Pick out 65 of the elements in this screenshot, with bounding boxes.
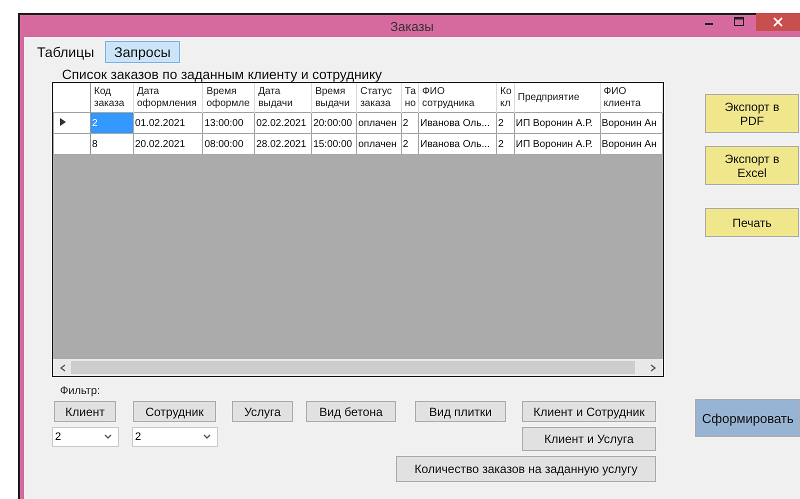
table-cell: оплачен [356,134,402,154]
table-cell: оплачен [356,112,402,134]
table-cell: 2 [401,112,419,134]
table-cell: 08:00:00 [202,134,255,154]
table-cell: ИП Воронин А.Р. [514,112,600,134]
filter-button[interactable]: Вид плитки [415,401,506,422]
column-header[interactable]: ФИО сотрудника [418,83,497,112]
row-header[interactable] [54,112,90,134]
chevron-icon [203,434,211,440]
horizontal-scrollbar[interactable] [53,359,663,376]
chevron-icon [104,434,112,440]
dropdown-value: 2 [55,431,62,443]
close-icon [773,17,783,27]
table-cell: 20:00:00 [312,112,357,134]
column-header[interactable]: Та но [401,83,419,112]
column-header[interactable]: Статус заказа [356,83,402,112]
column-header[interactable]: Ко кл [496,83,514,112]
column-header[interactable]: Предприятие [514,83,600,112]
column-header[interactable]: Дата выдачи [254,83,312,112]
table-cell: 13:00:00 [202,112,255,134]
export-button[interactable]: Экспорт в PDF [705,94,799,133]
scroll-right-icon[interactable] [649,364,657,372]
table-cell: Иванова Оль... [418,134,497,154]
table-cell: 2 [496,112,514,134]
table-cell: ИП Воронин А.Р. [514,134,600,154]
filter-button[interactable]: Количество заказов на заданную услугу [396,456,656,482]
dropdown[interactable]: 2 [132,427,218,447]
column-header[interactable]: Дата оформления [133,83,203,112]
table-cell: 20.02.2021 [133,134,203,154]
column-header[interactable]: Код заказа [90,83,134,112]
column-header[interactable]: Время оформле [202,83,255,112]
close-button[interactable] [756,13,800,31]
menu-item[interactable]: Таблицы [28,41,104,63]
export-button[interactable]: Печать [705,208,799,237]
table-cell: 02.02.2021 [254,112,312,134]
table-cell: 28.02.2021 [254,134,312,154]
dropdown[interactable]: 2 [52,427,119,447]
maximize-icon [734,17,744,27]
scrollbar-thumb[interactable] [71,361,635,374]
filter-button[interactable]: Вид бетона [306,401,396,422]
current-row-icon [60,118,66,126]
filter-label: Фильтр: [60,385,102,397]
table-cell: Воронин Ан [600,112,662,134]
filter-button[interactable]: Клиент [54,401,116,422]
dropdown-value: 2 [135,431,142,443]
table-cell: 8 [90,134,134,154]
scroll-left-icon[interactable] [59,364,67,372]
column-header[interactable]: Время выдачи [312,83,357,112]
table-cell: 15:00:00 [312,134,357,154]
table-cell: 2 [401,134,419,154]
grid-caption: Список заказов по заданным клиенту и сотруднику [61,67,383,82]
filter-button[interactable]: Услуга [232,401,293,422]
table-cell: 01.02.2021 [133,112,203,134]
table-cell: Иванова Оль... [418,112,497,134]
table-cell: 2 [496,134,514,154]
table-cell: Воронин Ан [600,134,662,154]
window-title: Заказы [390,18,434,34]
filter-button[interactable]: Сотрудник [133,401,216,422]
filter-button[interactable]: Клиент и Услуга [522,427,656,451]
column-header[interactable]: ФИО клиента [600,83,662,112]
submit-button[interactable]: Сформировать [695,399,800,437]
export-button[interactable]: Экспорт в Excel [705,146,799,185]
table-cell: 2 [90,112,134,134]
filter-button[interactable]: Клиент и Сотрудник [522,401,656,422]
menu-item[interactable]: Запросы [105,41,180,63]
